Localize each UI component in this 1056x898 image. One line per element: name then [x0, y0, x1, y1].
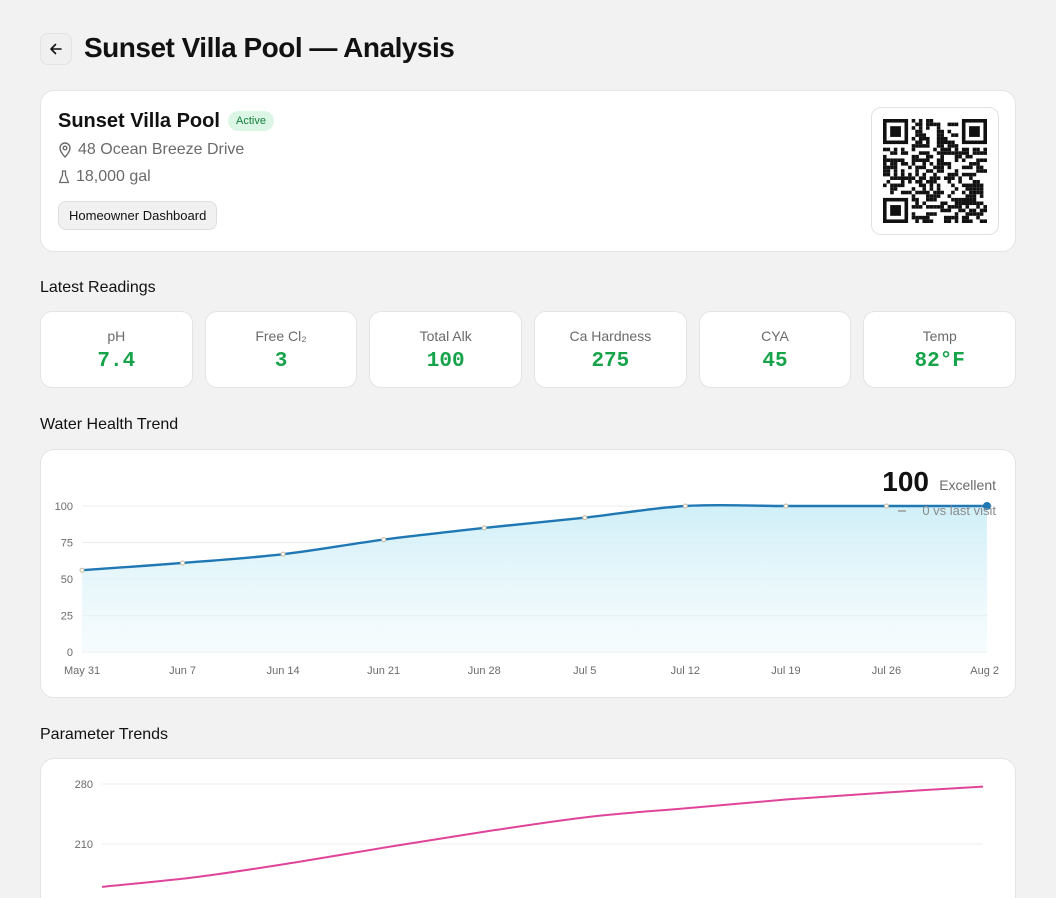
x-tick-label: Jun 21: [367, 665, 400, 677]
qr-code[interactable]: [871, 107, 999, 235]
data-point[interactable]: [280, 551, 286, 557]
x-tick-label: Jun 14: [267, 665, 300, 677]
readings-row: pH 7.4 Free Cl₂ 3 Total Alk 100 Ca Hardn…: [40, 311, 1017, 388]
x-tick-label: Jul 5: [573, 665, 596, 677]
reading-value: 275: [591, 350, 630, 373]
x-tick-label: Jun 7: [169, 665, 196, 677]
reading-card-free-chlorine: Free Cl₂ 3: [204, 311, 358, 388]
water-health-heading: Water Health Trend: [40, 416, 179, 433]
reading-card-temp: Temp 82°F: [863, 311, 1017, 388]
y-tick-label: 25: [61, 611, 73, 623]
reading-value: 3: [274, 350, 288, 373]
y-tick-label: 75: [61, 538, 73, 550]
map-pin-icon: [59, 142, 71, 158]
reading-label: Free Cl₂: [255, 328, 307, 344]
address-text: 48 Ocean Breeze Drive: [78, 141, 245, 158]
water-health-card: 0 25 50 75 100 May 31 Jun 7 Jun 14 Jun 21 Jun 28…: [40, 449, 1016, 698]
x-tick-label: May 31: [64, 665, 100, 677]
y-tick-label: 50: [61, 574, 73, 586]
health-score-value: 100: [882, 466, 929, 497]
reading-label: CYA: [761, 328, 789, 344]
data-point[interactable]: [682, 503, 688, 509]
arrow-left-icon: [50, 43, 62, 55]
parameter-trends-card: 210 280: [40, 758, 1016, 898]
qr-code-icon: [883, 119, 987, 223]
reading-card-ca-hardness: Ca Hardness 275: [534, 311, 687, 388]
y-tick-label: 100: [55, 501, 73, 513]
pool-address: 48 Ocean Breeze Drive: [58, 141, 244, 159]
homeowner-dashboard-button[interactable]: Homeowner Dashboard: [58, 201, 218, 230]
x-tick-label: Jul 12: [671, 665, 700, 677]
parameter-trends-heading: Parameter Trends: [40, 726, 169, 743]
y-tick-label: 280: [75, 779, 93, 791]
reading-value: 82°F: [914, 350, 965, 373]
reading-label: Ca Hardness: [569, 328, 652, 344]
y-tick-label: 210: [75, 839, 93, 851]
health-area-fill: [82, 505, 987, 652]
pool-volume: 18,000 gal: [58, 168, 151, 186]
data-point[interactable]: [180, 560, 186, 566]
parameter-trends-chart: 210 280: [75, 779, 984, 888]
latest-readings-heading: Latest Readings: [40, 279, 156, 296]
x-tick-label: Jul 19: [771, 665, 800, 677]
volume-text: 18,000 gal: [76, 168, 151, 185]
data-point[interactable]: [783, 503, 789, 509]
reading-value: 100: [426, 350, 465, 373]
reading-label: pH: [107, 328, 126, 344]
reading-card-ph: pH 7.4: [40, 311, 193, 388]
reading-label: Total Alk: [419, 328, 472, 344]
y-tick-label: 0: [67, 647, 73, 659]
water-health-chart: 0 25 50 75 100 May 31 Jun 7 Jun 14 Jun 21 Jun 28…: [55, 466, 999, 677]
pool-name: Sunset Villa Pool: [58, 110, 220, 132]
x-tick-label: Aug 2: [970, 665, 999, 677]
reading-value: 45: [762, 350, 788, 373]
x-tick-label: Jul 26: [872, 665, 901, 677]
back-button[interactable]: [40, 33, 72, 65]
data-point[interactable]: [381, 537, 387, 543]
status-badge: Active: [228, 111, 274, 131]
reading-value: 7.4: [97, 350, 136, 373]
x-tick-label: Jun 28: [468, 665, 501, 677]
health-rating: Excellent: [939, 477, 996, 493]
flask-icon: [58, 170, 70, 184]
health-delta: 0 vs last visit: [922, 503, 996, 518]
data-point[interactable]: [481, 525, 487, 531]
parameter-line: [101, 785, 984, 888]
data-point[interactable]: [582, 515, 588, 521]
data-point[interactable]: [883, 503, 889, 509]
page-title: Sunset Villa Pool — Analysis: [84, 32, 455, 63]
pool-info-card: Sunset Villa Pool Active 48 Ocean Breeze…: [40, 90, 1016, 252]
reading-card-total-alk: Total Alk 100: [369, 311, 523, 388]
reading-card-cya: CYA 45: [698, 311, 852, 388]
data-point[interactable]: [79, 567, 85, 573]
reading-label: Temp: [922, 328, 957, 344]
